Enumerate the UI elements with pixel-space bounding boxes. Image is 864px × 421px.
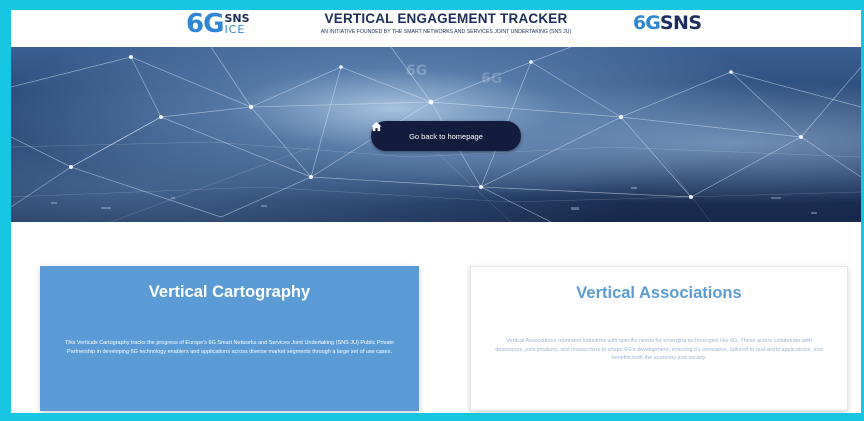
page-subtitle: AN INITIATIVE FOUNDED BY THE SMART NETWO… (320, 29, 572, 35)
vertical-cartography-card[interactable]: Vertical Cartography This Verticals Cart… (40, 266, 419, 411)
logo-ice-text: ICE (224, 23, 246, 36)
hero-banner: 6G 6G Go back to homepage (11, 47, 861, 222)
logo-right-sns: SNS (659, 12, 702, 34)
sns-ice-logo[interactable]: 6G SNS ICE (186, 10, 250, 38)
vertical-associations-card[interactable]: Vertical Associations Vertical Associati… (470, 266, 848, 411)
home-button-label: Go back to homepage (409, 131, 483, 141)
6g-sns-logo[interactable]: 6G SNS (633, 12, 702, 34)
vertical-cartography-title: Vertical Cartography (148, 283, 311, 301)
logo-right-6g: 6G (633, 12, 661, 34)
site-header: 6G SNS ICE VERTICAL ENGAGEMENT TRACKER A… (11, 10, 861, 47)
vertical-cartography-description: This Verticals Cartography tracks the pr… (64, 340, 395, 355)
go-back-home-button[interactable]: Go back to homepage (371, 121, 521, 151)
logo-6g-text: 6G (186, 9, 224, 39)
frame-left (0, 0, 11, 421)
frame-top (0, 0, 864, 10)
vertical-associations-description: Vertical Associations represent industri… (495, 338, 823, 361)
home-icon (371, 121, 382, 132)
page-title: VERTICAL ENGAGEMENT TRACKER (324, 11, 568, 26)
vertical-associations-title: Vertical Associations (576, 284, 742, 302)
logo-stack: SNS ICE (224, 13, 249, 35)
title-block: VERTICAL ENGAGEMENT TRACKER AN INITIATIV… (301, 10, 591, 35)
frame-bottom (0, 413, 864, 421)
hero-bg-label-1: 6G (406, 63, 427, 79)
hero-bg-label-2: 6G (481, 71, 502, 87)
